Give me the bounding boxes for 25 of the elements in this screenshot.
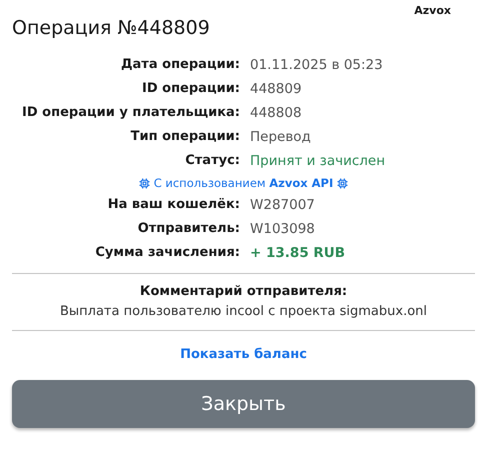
field-value: 448809 [250, 80, 303, 99]
field-label: Дата операции: [120, 56, 240, 74]
field-value: 01.11.2025 в 05:23 [250, 56, 384, 75]
field-label: ID операции: [140, 80, 240, 98]
field-label: ID операции у плательщика: [21, 104, 240, 122]
chip-icon [337, 178, 348, 188]
field-label: Сумма зачисления: [94, 244, 240, 262]
close-button[interactable]: Закрыть [12, 380, 475, 428]
field-label: Отправитель: [136, 220, 240, 238]
field-label: Тип операции: [130, 128, 240, 146]
field-label: На ваш кошелёк: [106, 196, 240, 214]
field-value: W103098 [250, 220, 316, 239]
amount-value: + 13.85 RUB [250, 244, 346, 263]
field-value: 448808 [250, 104, 303, 123]
show-balance-link[interactable]: Показать баланс [180, 347, 307, 362]
comment-title: Комментарий отправителя: [138, 283, 348, 301]
comment-text: Выплата пользователю incool с проекта sigmabux.onl [58, 303, 428, 321]
field-label: Статус: [184, 152, 240, 170]
chip-icon [138, 178, 150, 188]
dialog-title: Операция №448809 [12, 17, 211, 39]
brand-name: Azvox [414, 4, 451, 17]
status-value: Принят и зачислен [250, 152, 386, 171]
field-value: W287007 [250, 196, 316, 215]
field-value: Перевод [250, 128, 312, 147]
api-note: С использованием Azvox API [154, 175, 334, 192]
